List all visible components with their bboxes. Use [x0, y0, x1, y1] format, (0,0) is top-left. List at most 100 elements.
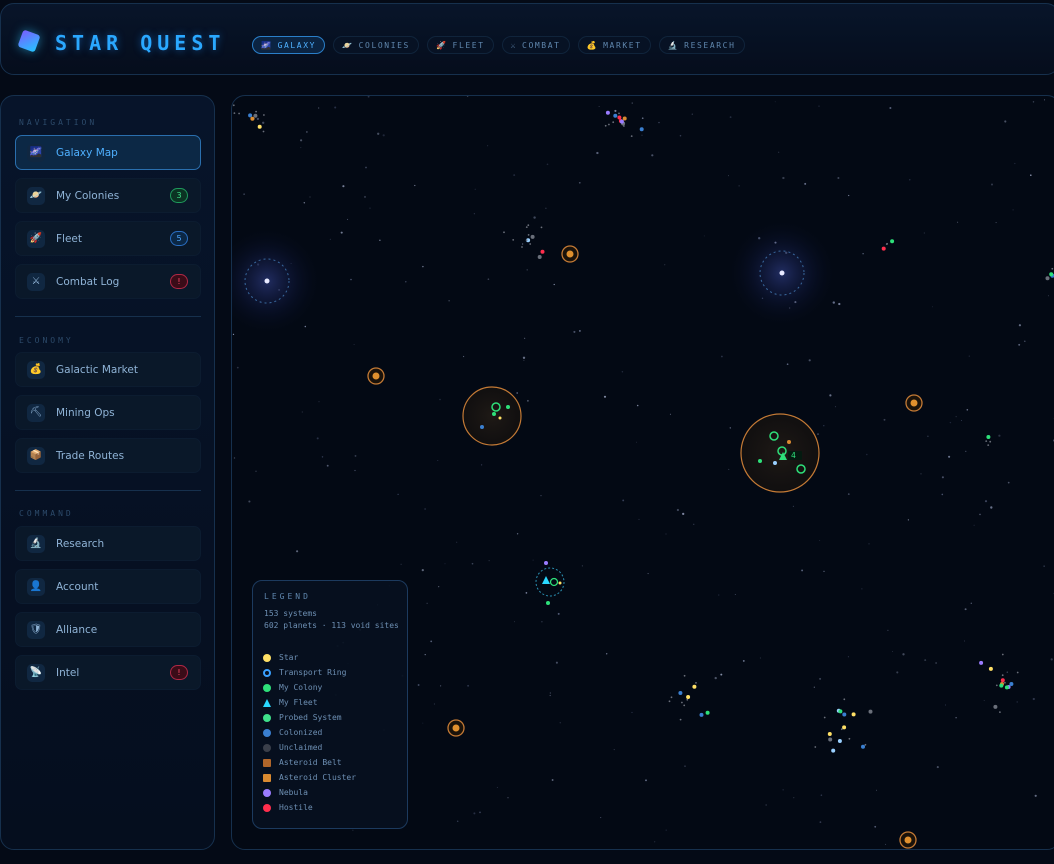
planet-dot: [886, 242, 888, 245]
planet-dot: [987, 444, 990, 446]
background-star: [920, 473, 922, 475]
planet-dot: [622, 116, 627, 121]
planet-dot: [683, 704, 686, 707]
background-star: [927, 435, 929, 438]
background-star: [440, 685, 442, 687]
sidebar-item-alliance[interactable]: 🛡 Alliance: [15, 612, 201, 647]
sidebar-item-label: Intel: [56, 666, 80, 679]
background-star: [973, 524, 975, 526]
planet-dot: [527, 234, 530, 236]
background-star: [329, 238, 332, 241]
legend-entry: Star: [263, 653, 298, 662]
top-bar: STAR QUEST 🌌 GALAXY 🪐 COLONIES 🚀 FLEET ⚔ COM…: [0, 3, 1054, 75]
background-star: [466, 96, 469, 97]
background-star: [353, 344, 355, 345]
background-star: [838, 302, 841, 306]
background-star: [473, 213, 475, 215]
tab-market[interactable]: 💰 MARKET: [577, 36, 651, 54]
legend-title: LEGEND: [264, 592, 311, 601]
asteroid-marker[interactable]: [905, 394, 923, 412]
planet-dot: [995, 684, 998, 687]
tab-combat[interactable]: ⚔ COMBAT: [501, 36, 570, 54]
planet-dot: [1009, 682, 1014, 686]
planet-dot: [238, 112, 240, 115]
planet-dot: [890, 239, 895, 244]
background-star: [636, 404, 639, 407]
background-star: [865, 453, 868, 456]
background-star: [734, 594, 736, 595]
planet-dot: [999, 683, 1004, 688]
sidebar-item-label: Research: [56, 537, 105, 550]
planet-dot: [985, 440, 988, 442]
planet-dot: [670, 696, 673, 699]
sidebar-item-galaxy-map[interactable]: 🌌 Galaxy Map: [15, 135, 201, 170]
sidebar-item-research[interactable]: 🔬 Research: [15, 526, 201, 561]
planet-dot: [1000, 678, 1005, 683]
tab-fleet[interactable]: 🚀 FLEET: [426, 36, 494, 54]
background-star: [367, 96, 370, 98]
legend-entry-label: Unclaimed: [279, 743, 323, 752]
background-star: [473, 812, 476, 815]
background-star: [262, 121, 265, 124]
background-star: [303, 202, 305, 204]
planet-dot: [851, 712, 856, 717]
alert-badge: !: [170, 274, 188, 289]
asteroid-marker[interactable]: [367, 367, 385, 385]
sidebar-item-intel[interactable]: 📡 Intel !: [15, 655, 201, 690]
asteroid-marker[interactable]: [447, 719, 465, 737]
planet-dot: [529, 243, 532, 245]
sidebar-item-combat-log[interactable]: ⚔ Combat Log !: [15, 264, 201, 299]
sidebar-item-mining-ops[interactable]: ⛏ Mining Ops: [15, 395, 201, 430]
fleet-system[interactable]: [535, 561, 565, 605]
sidebar-item-fleet[interactable]: 🚀 Fleet 5: [15, 221, 201, 256]
background-star: [832, 301, 835, 304]
background-star: [782, 789, 784, 791]
tab-research[interactable]: 🔬 RESEARCH: [658, 36, 745, 54]
background-star: [350, 278, 352, 281]
sidebar-item-account[interactable]: 👤 Account: [15, 569, 201, 604]
background-star: [424, 653, 426, 656]
background-star: [1032, 697, 1035, 701]
planet-dot: [686, 698, 689, 701]
background-star: [573, 330, 576, 333]
background-star: [342, 185, 345, 188]
background-star: [703, 235, 705, 237]
sidebar-item-label: Fleet: [56, 232, 82, 245]
colony-system-fleet[interactable]: [740, 413, 820, 493]
galaxy-icon: 🌌: [27, 143, 45, 162]
planet-dot: [512, 239, 515, 241]
background-star: [804, 182, 807, 185]
background-star: [631, 711, 633, 713]
nebula-system[interactable]: [730, 221, 834, 325]
planet-dot: [831, 748, 836, 753]
fleet-count-badge: 5: [170, 231, 188, 246]
sidebar-item-galactic-market[interactable]: 💰 Galactic Market: [15, 352, 201, 387]
background-star: [932, 306, 934, 308]
background-star: [598, 106, 600, 107]
background-star: [600, 817, 602, 819]
background-star: [557, 612, 560, 615]
background-star: [955, 716, 957, 719]
section-title-navigation: NAVIGATION: [19, 118, 98, 127]
planet-dot: [537, 255, 542, 259]
background-star: [883, 418, 886, 421]
sidebar-item-my-colonies[interactable]: 🪐 My Colonies 3: [15, 178, 201, 213]
sidebar-item-label: Mining Ops: [56, 406, 115, 419]
background-star: [641, 134, 643, 136]
asteroid-marker[interactable]: [561, 245, 579, 263]
planet-dot: [1001, 653, 1004, 656]
asteroid-marker[interactable]: [899, 831, 917, 849]
sidebar-item-trade-routes[interactable]: 📦 Trade Routes: [15, 438, 201, 473]
divider: [15, 490, 201, 491]
nebula-system[interactable]: [232, 229, 319, 333]
background-star: [738, 185, 740, 187]
colony-system[interactable]: [462, 386, 522, 446]
background-star: [1018, 324, 1022, 327]
background-star: [979, 513, 981, 516]
tab-colonies[interactable]: 🪐 COLONIES: [333, 36, 419, 54]
tab-galaxy[interactable]: 🌌 GALAXY: [252, 36, 326, 54]
background-star: [991, 183, 993, 186]
planet-dot: [692, 684, 697, 689]
planet-dot: [639, 127, 644, 132]
background-star: [896, 671, 899, 674]
